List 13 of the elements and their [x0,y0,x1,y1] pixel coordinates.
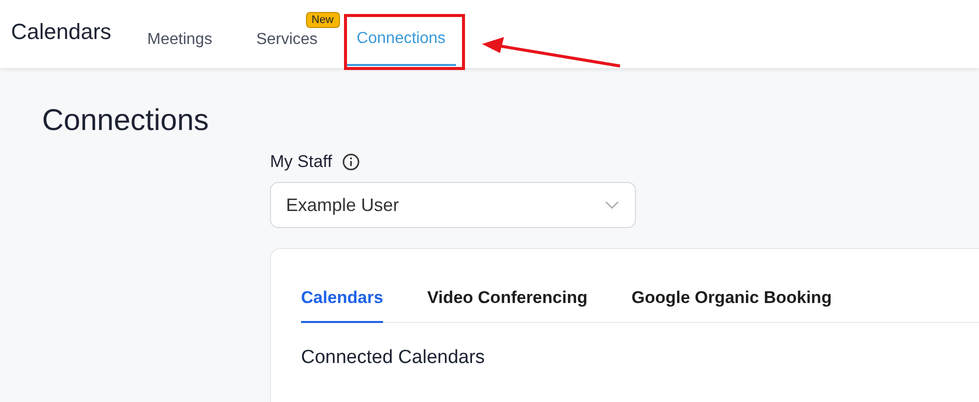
page-title: Connections [42,104,210,138]
card-tab[interactable]: Calendars [301,288,384,323]
chevron-down-icon [605,201,619,209]
field-label: My Staff [270,152,332,172]
new-badge: New [306,12,340,28]
app-title: Calendars [11,19,112,45]
nav-tab[interactable]: Meetings [137,30,222,52]
card-tab[interactable]: Video Conferencing [427,288,588,323]
info-icon[interactable] [342,153,360,171]
nav-tab[interactable]: Services [246,30,328,52]
card-tab[interactable]: Google Organic Booking [631,288,832,323]
staff-select[interactable]: Example User [270,182,636,228]
section-title: Connected Calendars [301,347,486,369]
